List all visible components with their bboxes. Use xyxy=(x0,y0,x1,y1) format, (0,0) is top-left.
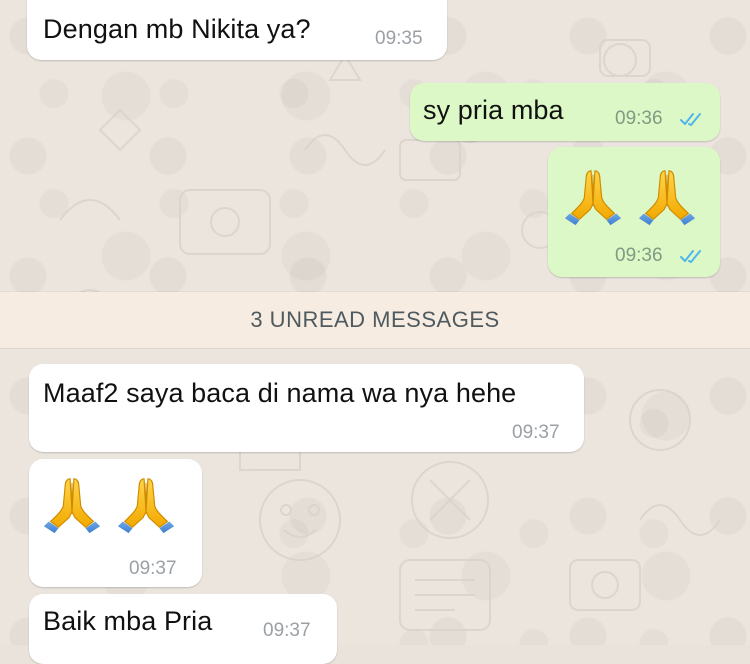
message-time: 09:36 xyxy=(615,108,663,129)
message-bubble-incoming[interactable]: Dengan mb Nikita ya? 09:35 xyxy=(27,0,447,60)
folded-hands-icon xyxy=(562,165,624,227)
emoji-row xyxy=(41,473,177,535)
message-text: sy pria mba xyxy=(423,95,564,125)
message-bubble-outgoing[interactable]: sy pria mba 09:36 xyxy=(410,83,720,141)
message-text: Baik mba Pria xyxy=(43,606,213,636)
message-text: Maaf2 saya baca di nama wa nya hehe xyxy=(43,378,517,408)
folded-hands-icon xyxy=(115,473,177,535)
message-bubble-outgoing[interactable]: 09:36 xyxy=(548,147,720,277)
read-receipt-icon xyxy=(680,248,708,264)
message-text: Dengan mb Nikita ya? xyxy=(43,14,311,44)
message-bubble-incoming[interactable]: Baik mba Pria 09:37 xyxy=(29,594,337,664)
message-time: 09:37 xyxy=(263,620,311,641)
message-bubble-incoming[interactable]: Maaf2 saya baca di nama wa nya hehe 09:3… xyxy=(29,364,584,452)
message-time: 09:35 xyxy=(375,28,423,49)
message-time: 09:37 xyxy=(512,422,560,443)
folded-hands-icon xyxy=(636,165,698,227)
message-time: 09:37 xyxy=(129,558,177,579)
unread-messages-divider: 3 UNREAD MESSAGES xyxy=(0,292,750,348)
emoji-row xyxy=(562,165,698,227)
folded-hands-icon xyxy=(41,473,103,535)
unread-messages-label: 3 UNREAD MESSAGES xyxy=(250,307,500,332)
read-receipt-icon xyxy=(680,111,708,127)
message-bubble-incoming[interactable]: 09:37 xyxy=(29,459,202,587)
message-time: 09:36 xyxy=(615,245,663,266)
